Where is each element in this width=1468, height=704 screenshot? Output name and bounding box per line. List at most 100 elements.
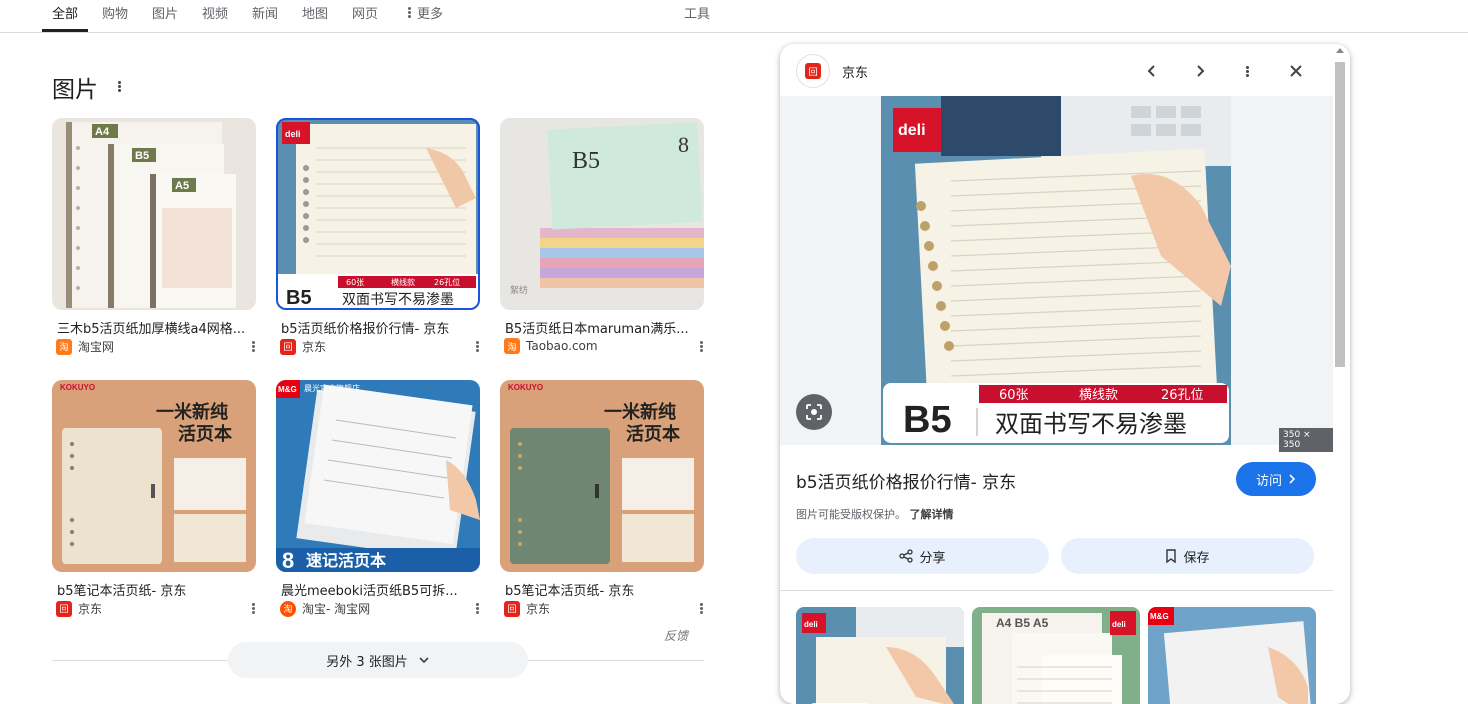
result-source[interactable]: 回 京东 <box>504 600 550 617</box>
thumbnail-image[interactable]: KOKUYO 一米新纯 活页本 <box>500 380 704 572</box>
thumbnail-image[interactable]: deli 60张 横线款 26孔位 B5 双面书写不易渗墨 <box>276 118 480 310</box>
thumb-holes: 26孔位 <box>434 277 460 287</box>
thumb-subheadline: 活页本 <box>626 423 680 445</box>
thumbnail-image[interactable]: KOKUYO 一米新纯 活页本 <box>52 380 256 572</box>
tab-images[interactable]: 图片 <box>152 3 178 32</box>
image-result-2[interactable]: deli 60张 横线款 26孔位 B5 双面书写不易渗墨 b5活页纸价格报价行… <box>276 118 480 357</box>
preview-holes: 26孔位 <box>1161 388 1204 403</box>
preview-title[interactable]: b5活页纸价格报价行情- 京东 <box>796 468 1016 493</box>
preview-image-area: deli 60张 横线款 26孔位 B5 双面书写不易渗墨 350 × 350 <box>780 96 1333 452</box>
taobao-favicon-icon: 淘 <box>280 600 296 617</box>
tab-more[interactable]: 更多 <box>408 3 443 32</box>
thumb-slogan: 双面书写不易渗墨 <box>342 292 454 308</box>
thumb-text-b5: B5 <box>135 150 149 162</box>
thumb-text-a4: A4 <box>95 126 110 138</box>
lens-search-button[interactable] <box>796 394 832 430</box>
result-title[interactable]: b5笔记本活页纸- 京东 <box>57 580 247 599</box>
result-title[interactable]: B5活页纸日本maruman满乐... <box>505 318 695 337</box>
preview-size: B5 <box>903 399 952 441</box>
tab-maps[interactable]: 地图 <box>302 3 328 32</box>
chevron-right-icon <box>1289 474 1296 484</box>
next-button[interactable] <box>1187 58 1213 84</box>
preview-image[interactable]: deli 60张 横线款 26孔位 B5 双面书写不易渗墨 <box>881 96 1231 445</box>
more-options-icon[interactable] <box>476 338 479 357</box>
result-title[interactable]: 晨光meeboki活页纸B5可拆... <box>281 580 471 599</box>
related-image-3[interactable]: M&G <box>1148 607 1316 704</box>
thumb-store: 晨光官方旗舰店 <box>304 383 360 393</box>
more-options-icon[interactable] <box>252 600 255 619</box>
thumb-number: 8 <box>678 132 689 157</box>
jd-favicon-icon: 回 <box>805 63 821 79</box>
result-title[interactable]: b5笔记本活页纸- 京东 <box>505 580 695 599</box>
learn-more-link[interactable]: 了解详情 <box>910 508 954 521</box>
close-button[interactable] <box>1283 58 1309 84</box>
image-result-6[interactable]: KOKUYO 一米新纯 活页本 b5笔记本活页纸- 京东 回 京东 <box>500 380 704 619</box>
section-more-icon[interactable] <box>118 78 121 97</box>
more-options-button[interactable] <box>1234 58 1260 84</box>
thumb-brand: deli <box>285 129 301 139</box>
image-result-4[interactable]: KOKUYO 一米新纯 活页本 b5笔记本活页纸- 京东 回 京东 <box>52 380 256 619</box>
tab-all[interactable]: 全部 <box>42 3 89 32</box>
more-options-icon[interactable] <box>700 338 703 357</box>
chevron-down-icon <box>419 657 429 664</box>
save-label: 保存 <box>1183 550 1210 566</box>
more-images-button[interactable]: 另外 3 张图片 <box>228 642 528 678</box>
thumbnail-image[interactable]: B5 8 絮纺 <box>500 118 704 310</box>
result-source[interactable]: 淘 淘宝网 <box>56 338 114 355</box>
share-button[interactable]: 分享 <box>796 538 1049 574</box>
more-options-icon[interactable] <box>476 600 479 619</box>
thumb-brand: M&G <box>278 385 297 394</box>
more-options-icon[interactable] <box>700 600 703 619</box>
related-image-2[interactable]: A4 B5 A5 deli <box>972 607 1140 704</box>
save-button[interactable]: 保存 <box>1061 538 1314 574</box>
tab-web[interactable]: 网页 <box>352 3 378 32</box>
share-label: 分享 <box>919 550 946 566</box>
preview-source-name[interactable]: 京东 <box>842 62 868 81</box>
result-source[interactable]: 淘 淘宝- 淘宝网 <box>280 600 370 617</box>
tools-button[interactable]: 工具 <box>684 3 710 22</box>
image-result-3[interactable]: B5 8 絮纺 B5活页纸日本maruman满乐... 淘 Taobao.com <box>500 118 704 354</box>
result-source[interactable]: 回 京东 <box>56 600 102 617</box>
tab-videos[interactable]: 视频 <box>202 3 228 32</box>
result-source[interactable]: 回 京东 <box>280 338 326 355</box>
previous-button[interactable] <box>1139 58 1165 84</box>
copyright-text: 图片可能受版权保护。 <box>796 508 906 521</box>
thumb-headline: 一米新纯 <box>156 401 228 423</box>
tab-news[interactable]: 新闻 <box>252 3 278 32</box>
thumb-watermark: 絮纺 <box>510 284 528 296</box>
related-image-1[interactable]: deli 精选 <box>796 607 964 704</box>
thumb-headline: 速记活页本 <box>306 551 386 570</box>
result-title[interactable]: b5活页纸价格报价行情- 京东 <box>281 318 471 337</box>
related-brand: deli <box>804 620 818 629</box>
thumbnail-image[interactable]: M&G 晨光官方旗舰店 8 速记活页本 <box>276 380 480 572</box>
scrollbar-thumb[interactable] <box>1335 62 1345 367</box>
thumb-size: B5 <box>572 148 600 174</box>
source-name: Taobao.com <box>526 339 598 353</box>
taobao-favicon-icon: 淘 <box>56 338 72 355</box>
result-title[interactable]: 三木b5活页纸加厚横线a4网格... <box>57 318 247 337</box>
thumb-size: B5 <box>286 287 312 309</box>
taobao-favicon-icon: 淘 <box>504 338 520 354</box>
source-name: 淘宝- 淘宝网 <box>302 602 371 616</box>
share-icon <box>899 549 914 563</box>
scroll-up-icon[interactable] <box>1336 48 1344 53</box>
image-preview-panel: 回 京东 deli 60张 横线款 26孔位 B5 双面书写不易渗墨 350 ×… <box>780 44 1350 704</box>
feedback-link[interactable]: 反馈 <box>664 627 688 644</box>
image-result-5[interactable]: M&G 晨光官方旗舰店 8 速记活页本 晨光meeboki活页纸B5可拆... … <box>276 380 480 619</box>
more-options-icon[interactable] <box>252 338 255 357</box>
source-name: 京东 <box>78 602 103 616</box>
thumbnail-image[interactable]: A4 B5 A5 <box>52 118 256 310</box>
image-result-1[interactable]: A4 B5 A5 三木b5活页纸加厚横线a4网格... 淘 淘宝网 <box>52 118 256 357</box>
result-source[interactable]: 淘 Taobao.com <box>504 338 598 354</box>
more-vert-icon <box>1245 65 1249 78</box>
preview-brand: deli <box>898 122 926 139</box>
search-tabs-bar: 全部 购物 图片 视频 新闻 地图 网页 更多 工具 <box>0 0 1468 33</box>
jd-favicon-icon: 回 <box>504 600 520 617</box>
section-title: 图片 <box>52 77 98 103</box>
thumb-headline: 一米新纯 <box>604 401 676 423</box>
source-favicon[interactable]: 回 <box>796 54 830 88</box>
tab-shopping[interactable]: 购物 <box>102 3 128 32</box>
more-images-label: 另外 3 张图片 <box>326 654 408 670</box>
visit-button[interactable]: 访问 <box>1236 462 1316 496</box>
source-name: 京东 <box>302 340 327 354</box>
